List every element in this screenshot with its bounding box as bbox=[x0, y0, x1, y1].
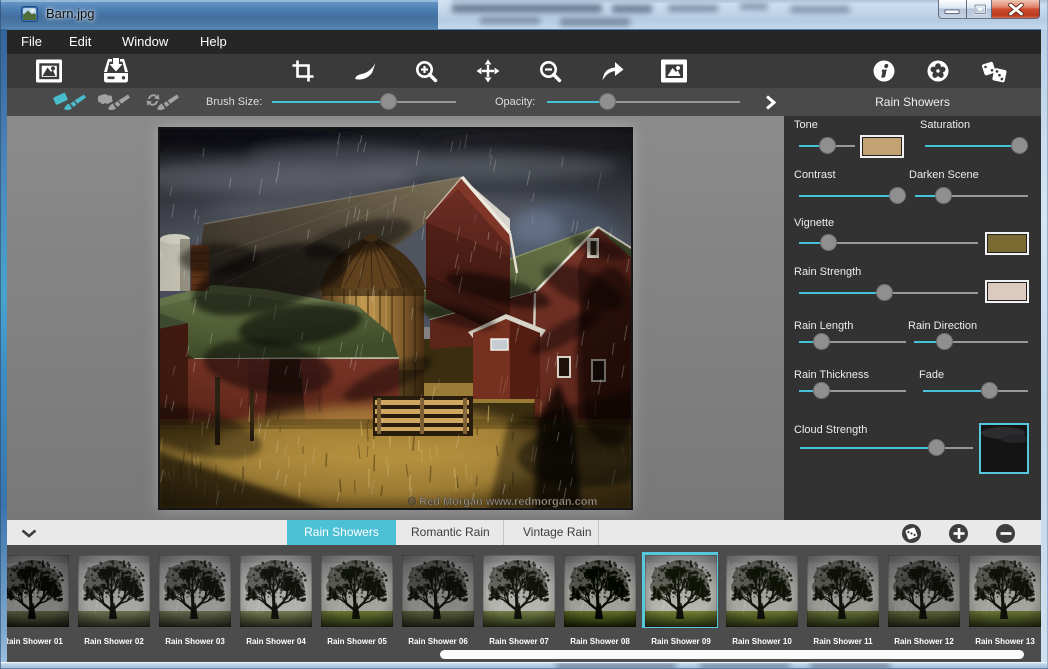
svg-text:© Red Morgan www.redmorgan.co: © Red Morgan www.redmorgan.com bbox=[408, 496, 597, 508]
